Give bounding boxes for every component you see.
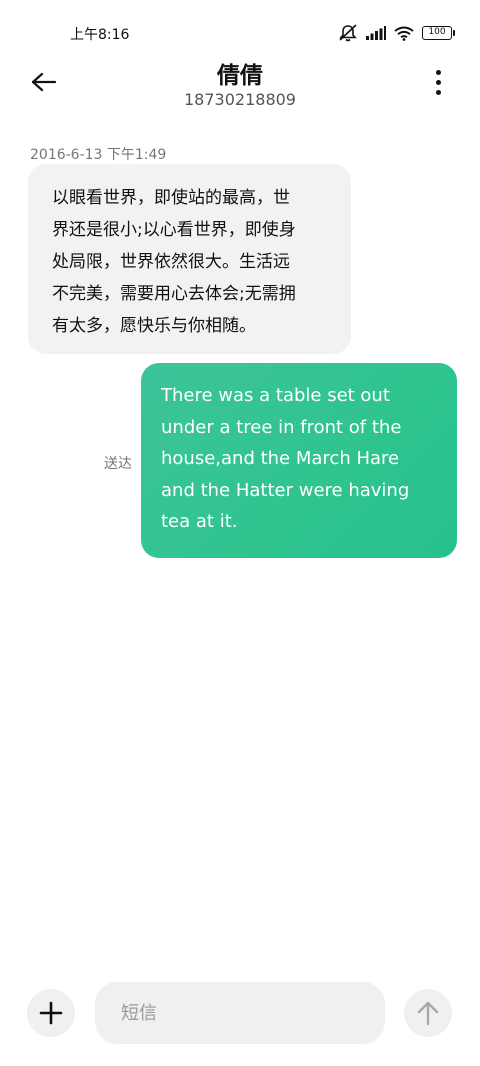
composer-bar [0,980,480,1046]
more-options-button[interactable] [426,64,450,100]
more-vertical-icon [435,69,441,75]
incoming-message-line: 界还是很小;以心看世界，即使身 [52,220,296,240]
plus-icon [39,1001,63,1025]
outgoing-message-line: under a tree in front of the [161,416,402,438]
incoming-message-line: 有太多，愿快乐与你相随。 [52,316,256,336]
incoming-message-bubble[interactable]: 以眼看世界，即使站的最高，世 界还是很小;以心看世界，即使身 处局限，世界依然很… [28,164,351,354]
mute-bell-icon [338,24,358,42]
message-input[interactable] [95,982,385,1044]
contact-number[interactable]: 18730218809 [0,90,480,109]
contact-name[interactable]: 倩倩 [0,56,480,90]
outgoing-message-line: There was a table set out [161,385,390,406]
incoming-message-line: 以眼看世界，即使站的最高，世 [52,188,290,208]
status-icons: 100 [338,24,455,42]
battery-icon: 100 [422,26,455,40]
signal-icon [366,26,386,40]
conversation-header: 倩倩 18730218809 [0,50,480,114]
send-button[interactable] [404,989,452,1037]
incoming-message-line: 处局限，世界依然很大。生活远 [52,252,290,272]
outgoing-message-line: house,and the March Hare [161,448,400,469]
outgoing-message-line: tea at it. [161,511,238,532]
send-arrow-up-icon [417,1001,439,1026]
message-timestamp: 2016-6-13 下午1:49 [30,147,167,163]
outgoing-message-line: and the Hatter were having [161,479,410,501]
outgoing-message-bubble[interactable]: There was a table set out under a tree i… [141,363,457,558]
delivery-status: 送达 [104,456,132,472]
add-attachment-button[interactable] [27,989,75,1037]
status-time: 上午8:16 [70,27,130,43]
wifi-icon [394,26,414,41]
incoming-message-line: 不完美，需要用心去体会;无需拥 [52,284,296,304]
